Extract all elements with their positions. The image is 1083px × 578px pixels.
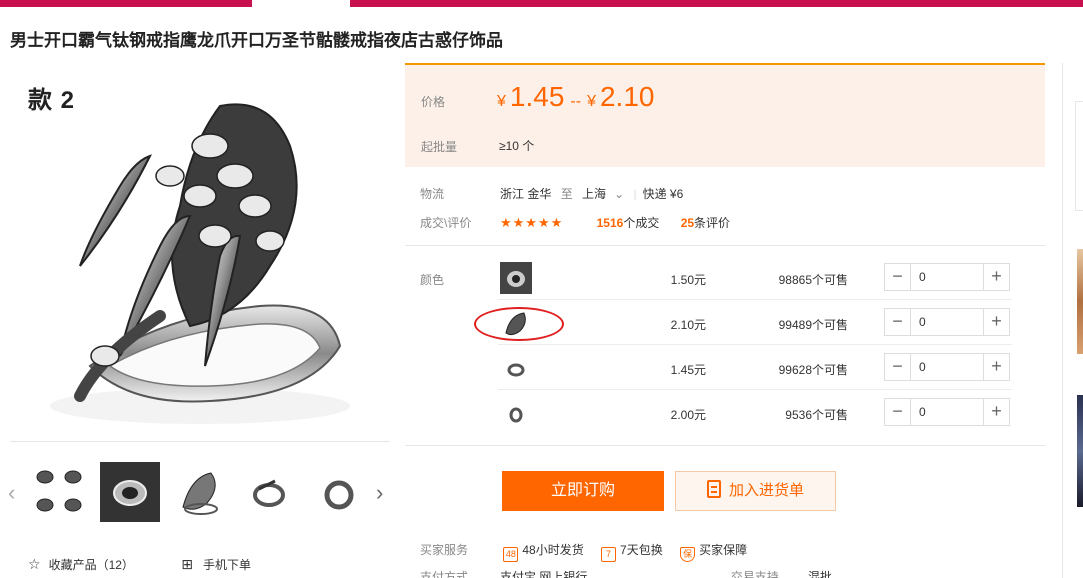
thumbnail-5-image: [324, 480, 354, 510]
minus-button[interactable]: −: [885, 309, 911, 335]
chevron-left-icon[interactable]: ‹: [8, 480, 15, 506]
shield-icon: 保: [680, 547, 696, 562]
trade-label: 交易支持: [730, 570, 779, 578]
sku-thumb-1[interactable]: [500, 262, 532, 294]
thumbnail-2-image: [113, 480, 147, 506]
quantity-input[interactable]: 0: [911, 354, 983, 380]
sku-price: 1.50元: [670, 273, 706, 287]
thumbnail-4-image: [253, 479, 285, 507]
highlight-circle-annotation: [474, 307, 564, 341]
buy-now-button[interactable]: 立即订购: [502, 471, 664, 511]
quantity-stepper: − 0 +: [884, 308, 1010, 336]
thumbnail-1[interactable]: [30, 462, 90, 522]
thumbnail-3[interactable]: [170, 462, 230, 522]
chevron-right-icon[interactable]: ›: [376, 480, 383, 506]
payment-methods: 支付宝 网上银行: [500, 570, 588, 578]
service-guarantee[interactable]: 保买家保障: [680, 541, 747, 562]
sku-stock: 99489个可售: [778, 318, 848, 332]
sku-color-label: 颜色: [420, 273, 445, 287]
thumbnail-4[interactable]: [240, 462, 300, 522]
product-title: 男士开口霸气钛钢戒指鹰龙爪开口万圣节骷髅戒指夜店古惑仔饰品: [10, 31, 503, 50]
clipboard-icon: [706, 480, 721, 498]
sku-row: 2.00元 9536个可售 − 0 +: [498, 391, 1012, 435]
clock-48h-icon: 48: [503, 547, 519, 562]
rating-stars: ★★★★★: [500, 215, 564, 230]
plus-button[interactable]: +: [983, 264, 1009, 290]
claw-ring-illustration: [50, 103, 350, 424]
trade-value: 混批: [808, 570, 833, 578]
plus-button[interactable]: +: [983, 354, 1009, 380]
left-actions: ☆ 收藏产品（12） ⊞ 手机下单: [28, 556, 251, 573]
top-tab-gap: [252, 0, 350, 7]
main-product-image[interactable]: 款 2: [10, 66, 390, 442]
sku-row: 2.10元 99489个可售 − 0 +: [498, 301, 1012, 345]
deals-link[interactable]: 1516个成交: [597, 216, 660, 230]
favorite-button[interactable]: ☆ 收藏产品（12）: [28, 556, 134, 573]
shipping-method: 快递 ¥6: [642, 187, 684, 201]
ship-from: 浙江 金华: [500, 187, 552, 201]
sku-price: 1.45元: [670, 363, 706, 377]
sku-thumb-3[interactable]: [500, 352, 532, 384]
sku-price: 2.00元: [670, 408, 706, 422]
sidebar-image-1[interactable]: [1077, 249, 1083, 354]
ship-to-select[interactable]: 上海 ⌄: [582, 187, 624, 201]
shipping-row: 物流 浙江 金华 至 上海 ⌄ | 快递 ¥6: [420, 187, 684, 201]
qr-grid-icon: ⊞: [181, 556, 193, 572]
service-7day[interactable]: 7 7天包换: [601, 541, 663, 562]
quantity-input[interactable]: 0: [911, 309, 983, 335]
payment-row: 支付方式 支付宝 网上银行 交易支持 混批: [420, 568, 832, 578]
moq-value: ≥10 个: [499, 139, 535, 153]
moq-label: 起批量: [421, 140, 458, 154]
services-row: 买家服务 48 48小时发货 7 7天包换 保买家保障: [420, 541, 761, 562]
thumbnail-5[interactable]: [310, 462, 370, 522]
sku-thumb-4[interactable]: [500, 397, 532, 429]
price-high: 2.10: [599, 81, 655, 112]
divider: [405, 245, 1045, 246]
quantity-stepper: − 0 +: [884, 263, 1010, 291]
reviews-row: 成交\评价 ★★★★★ 1516个成交 25条评价: [420, 214, 730, 231]
payment-label: 支付方式: [420, 570, 469, 578]
plus-button[interactable]: +: [983, 399, 1009, 425]
review-link[interactable]: 25条评价: [681, 216, 730, 230]
price-low: 1.45: [509, 81, 565, 112]
thumbnail-1-image: [36, 470, 82, 512]
top-accent-bar: [0, 0, 1083, 7]
seven-day-icon: 7: [601, 547, 617, 562]
quantity-stepper: − 0 +: [884, 398, 1010, 426]
minus-button[interactable]: −: [885, 399, 911, 425]
sidebar-image-2[interactable]: [1077, 395, 1083, 507]
variant-label: 款 2: [28, 87, 76, 114]
thumbnail-3-image: [182, 472, 218, 515]
sidebar-panel: [1075, 101, 1083, 211]
add-to-cart-button[interactable]: 加入进货单: [675, 471, 836, 511]
quantity-input[interactable]: 0: [911, 399, 983, 425]
divider: [405, 445, 1045, 446]
right-sidebar: [1062, 63, 1083, 578]
reviews-label: 成交\评价: [420, 216, 472, 230]
sku-stock: 9536个可售: [785, 408, 848, 422]
star-outline-icon: ☆: [28, 556, 41, 572]
chevron-down-icon: ⌄: [614, 187, 625, 201]
price-label: 价格: [421, 95, 446, 109]
price-block: 价格 ¥1.45 -- ¥2.10 起批量 ≥10 个: [405, 63, 1045, 167]
quantity-input[interactable]: 0: [911, 264, 983, 290]
shipping-label: 物流: [420, 187, 445, 201]
plus-button[interactable]: +: [983, 309, 1009, 335]
minus-button[interactable]: −: [885, 264, 911, 290]
sku-stock: 98865个可售: [778, 273, 848, 287]
quantity-stepper: − 0 +: [884, 353, 1010, 381]
sku-stock: 99628个可售: [778, 363, 848, 377]
mobile-order-button[interactable]: ⊞ 手机下单: [181, 556, 251, 573]
minus-button[interactable]: −: [885, 354, 911, 380]
price-range: ¥1.45 -- ¥2.10: [497, 81, 655, 112]
services-label: 买家服务: [420, 543, 469, 557]
thumbnail-2[interactable]: [100, 462, 160, 522]
thumbnail-strip: ‹ ›: [8, 462, 394, 526]
sku-price: 2.10元: [670, 318, 706, 332]
sku-row: 1.45元 99628个可售 − 0 +: [498, 346, 1012, 390]
sku-row: 1.50元 98865个可售 − 0 +: [498, 256, 1012, 300]
service-48h[interactable]: 48 48小时发货: [503, 541, 584, 562]
